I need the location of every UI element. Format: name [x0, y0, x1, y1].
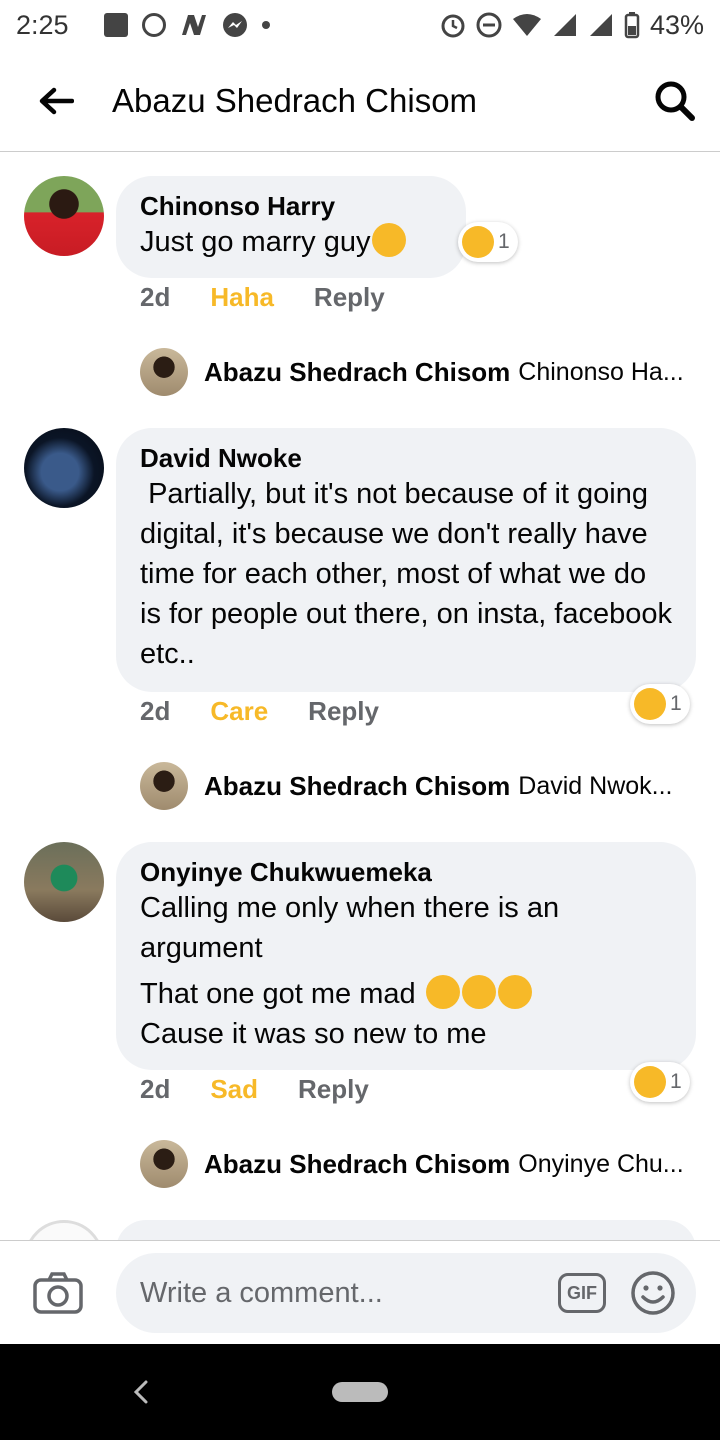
comment-meta: 2d Sad Reply [140, 1074, 369, 1105]
eye-roll-emoji-icon [372, 223, 407, 257]
status-bar: 2:25 43% [0, 0, 720, 50]
reaction-count: 1 [670, 1070, 682, 1093]
reply-button[interactable]: Reply [298, 1074, 369, 1105]
grimace-emoji-icon [425, 975, 460, 1009]
reaction-badge[interactable]: 1 [630, 1062, 690, 1102]
app-header: Abazu Shedrach Chisom [0, 50, 720, 152]
comment-input-placeholder: Write a comment... [140, 1276, 383, 1309]
system-icons: 43% [440, 10, 704, 41]
comment-meta: 2d Care Reply [140, 696, 379, 727]
search-button[interactable] [630, 50, 720, 151]
messenger-icon [223, 13, 247, 37]
battery-icon [624, 12, 640, 39]
chevron-left-icon [133, 1380, 148, 1404]
comment-author[interactable]: David Nwoke [140, 442, 672, 474]
avatar[interactable] [24, 176, 104, 256]
comment-text-content: That one got me mad [140, 978, 416, 1010]
avatar[interactable] [24, 428, 104, 508]
reply-author: Abazu Shedrach Chisom [204, 356, 511, 387]
avatar [140, 762, 188, 810]
comment-time: 2d [140, 1074, 171, 1104]
nav-home-pill[interactable] [332, 1382, 388, 1402]
search-icon [655, 81, 695, 121]
comment-author[interactable]: Chinonso Harry [140, 190, 442, 222]
comment-time: 2d [140, 696, 171, 726]
comment-text-line: That one got me mad [140, 974, 672, 1014]
dnd-icon [476, 12, 502, 38]
camera-button[interactable] [0, 1241, 116, 1344]
comment-text-content: Just go marry guy [140, 226, 371, 258]
battery-percent: 43% [649, 9, 704, 40]
comment-bubble[interactable]: David Nwoke Partially, but it's not beca… [116, 428, 696, 692]
reply-author: Abazu Shedrach Chisom [204, 770, 511, 801]
comment-text-line: Cause it was so new to me [140, 1018, 487, 1050]
reaction-button[interactable]: Care [210, 696, 268, 727]
comment-input[interactable]: Write a comment... GIF [116, 1253, 696, 1333]
comment-meta: 2d Haha Reply [140, 282, 385, 313]
comment-bubble[interactable] [116, 1220, 696, 1240]
system-nav-bar [0, 1344, 720, 1440]
nav-back-button[interactable] [126, 1374, 156, 1410]
comment-bubble[interactable]: Chinonso Harry Just go marry guy [116, 176, 466, 278]
avatar[interactable] [24, 1220, 104, 1240]
reaction-badge[interactable]: 1 [630, 684, 690, 724]
grimace-emoji-icon [497, 975, 532, 1009]
reaction-count: 1 [498, 230, 510, 253]
notification-icons [104, 12, 270, 38]
smiley-icon [631, 1271, 675, 1315]
facebook-icon [142, 13, 166, 37]
grimace-emoji-icon [461, 975, 496, 1009]
comment-composer: Write a comment... GIF [0, 1240, 720, 1344]
sad-reaction-icon [634, 1066, 666, 1098]
reply-button[interactable]: Reply [314, 282, 385, 313]
reply-snippet: David Nwok... [518, 771, 673, 800]
reaction-count: 1 [670, 692, 682, 715]
reaction-badge[interactable]: 1 [458, 222, 518, 262]
alarm-icon [441, 14, 465, 38]
care-reaction-icon [634, 688, 666, 720]
gallery-icon [104, 13, 128, 37]
haha-reaction-icon [462, 226, 494, 258]
reply-author: Abazu Shedrach Chisom [204, 1148, 511, 1179]
signal-icon-2 [589, 14, 612, 36]
page-title: Abazu Shedrach Chisom [112, 81, 478, 119]
comment-text: Partially, but it's not because of it go… [140, 478, 681, 670]
more-notifications-dot [262, 21, 270, 29]
reaction-button[interactable]: Sad [210, 1074, 258, 1105]
reply-preview[interactable]: Abazu Shedrach Chisom David Nwok... [140, 762, 700, 810]
signal-icon [553, 14, 576, 36]
comment-text: Just go marry guy [140, 222, 442, 262]
reply-button[interactable]: Reply [308, 696, 379, 727]
comment-time: 2d [140, 282, 171, 312]
back-button[interactable] [0, 50, 112, 151]
reply-snippet: Onyinye Chu... [518, 1149, 684, 1178]
comment-author[interactable]: Onyinye Chukwuemeka [140, 856, 672, 888]
comment-text-line: Calling me only when there is an argumen… [140, 892, 568, 964]
reply-snippet: Chinonso Ha... [518, 357, 684, 386]
status-time: 2:25 [16, 9, 69, 40]
comment-bubble[interactable]: Onyinye Chukwuemeka Calling me only when… [116, 842, 696, 1070]
avatar [140, 348, 188, 396]
reply-preview[interactable]: Abazu Shedrach Chisom Onyinye Chu... [140, 1140, 700, 1188]
reply-preview[interactable]: Abazu Shedrach Chisom Chinonso Ha... [140, 348, 700, 396]
avatar [140, 1140, 188, 1188]
wifi-icon [512, 14, 541, 36]
gif-button[interactable]: GIF [558, 1273, 606, 1313]
n-app-icon [182, 15, 206, 35]
camera-icon [33, 1271, 83, 1314]
comments-list[interactable]: Chinonso Harry Just go marry guy 1 2d Ha… [0, 152, 720, 1240]
emoji-button[interactable] [630, 1270, 676, 1316]
back-arrow-icon [39, 87, 74, 114]
reaction-button[interactable]: Haha [210, 282, 274, 313]
avatar[interactable] [24, 842, 104, 922]
